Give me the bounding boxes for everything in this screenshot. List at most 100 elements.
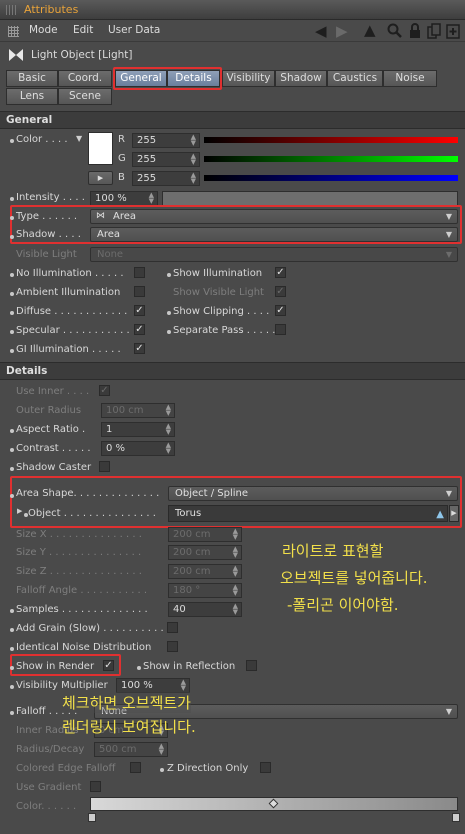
up-arrow-icon[interactable]: ▲: [364, 21, 376, 39]
tab-caustics[interactable]: Caustics: [327, 70, 383, 87]
show-in-render-checkbox[interactable]: ✓: [103, 660, 114, 671]
red-input[interactable]: 255 ▲ ▼: [132, 133, 200, 148]
show-clipping-checkbox[interactable]: ✓: [275, 305, 286, 316]
show-visible-light-checkbox[interactable]: ✓: [275, 286, 286, 297]
no-illumination-label: No Illumination . . . . .: [16, 268, 124, 279]
gradient-start-knot[interactable]: [88, 813, 96, 822]
intensity-label: Intensity . . . .: [16, 192, 85, 203]
outer-radius-input[interactable]: 100 cm ▲ ▼: [101, 403, 175, 418]
ambient-illumination-checkbox[interactable]: [134, 286, 145, 297]
size-x-value: 200 cm: [173, 529, 211, 540]
area-shape-dropdown[interactable]: Object / Spline ▼: [168, 486, 458, 501]
samples-input[interactable]: 40 ▲ ▼: [168, 602, 242, 617]
red-slider[interactable]: [204, 137, 458, 143]
visible-light-value: None: [97, 249, 124, 260]
menu-edit[interactable]: Edit: [73, 24, 93, 36]
gi-illumination-checkbox[interactable]: ✓: [134, 343, 145, 354]
radius-decay-input[interactable]: 500 cm ▲ ▼: [94, 742, 168, 757]
gradient-end-knot[interactable]: [452, 813, 460, 822]
show-illumination-dot: [167, 273, 171, 277]
colored-edge-falloff-checkbox[interactable]: [130, 762, 141, 773]
no-illumination-checkbox[interactable]: [134, 267, 145, 278]
falloff-angle-input[interactable]: 180 ° ▲ ▼: [168, 583, 242, 598]
shadow-label: Shadow . . . .: [16, 229, 81, 240]
outer-radius-value: 100 cm: [106, 405, 144, 416]
object-note-line3: -폴리곤 이어야함.: [287, 596, 399, 614]
use-inner-checkbox[interactable]: ✓: [99, 385, 110, 396]
r-label: R: [118, 134, 125, 145]
shadow-dot: [10, 235, 14, 239]
color-mode-button[interactable]: ▶: [88, 171, 113, 185]
area-shape-label: Area Shape. . . . . . . . . . . . . .: [16, 488, 160, 499]
use-gradient-checkbox[interactable]: [90, 781, 101, 792]
size-x-input[interactable]: 200 cm ▲ ▼: [168, 527, 242, 542]
green-input[interactable]: 255 ▲ ▼: [132, 152, 200, 167]
z-direction-only-checkbox[interactable]: [260, 762, 271, 773]
tab-visibility[interactable]: Visibility: [222, 70, 275, 87]
grip-icon: [6, 5, 17, 15]
search-icon[interactable]: [386, 22, 404, 40]
size-z-value: 200 cm: [173, 566, 211, 577]
object-link-field[interactable]: Torus ▲: [168, 505, 448, 522]
type-dropdown[interactable]: ⋈ Area ▼: [90, 209, 458, 224]
copy-icon[interactable]: [427, 23, 441, 39]
show-in-render-label: Show in Render: [16, 661, 95, 672]
show-illumination-label: Show Illumination: [173, 268, 263, 279]
tab-scene[interactable]: Scene: [58, 88, 112, 105]
tab-noise[interactable]: Noise: [383, 70, 437, 87]
size-z-label: Size Z . . . . . . . . . . . . . . .: [16, 566, 142, 577]
object-link-arrow-button[interactable]: ▶: [449, 505, 459, 522]
specular-checkbox[interactable]: ✓: [134, 324, 145, 335]
add-grain-label: Add Grain (Slow) . . . . . . . . . .: [16, 623, 164, 634]
intensity-slider[interactable]: [162, 191, 458, 206]
visible-light-dropdown[interactable]: None ▼: [90, 247, 458, 262]
back-arrow-icon[interactable]: ◀: [315, 22, 327, 40]
b-label: B: [118, 172, 125, 183]
use-gradient-label: Use Gradient: [16, 782, 82, 793]
expand-triangle-icon[interactable]: ▶: [17, 507, 22, 515]
show-in-render-dot: [10, 666, 14, 670]
menu-mode[interactable]: Mode: [29, 24, 58, 36]
show-visible-light-label: Show Visible Light: [173, 287, 264, 298]
visibility-multiplier-input[interactable]: 100 % ▲ ▼: [116, 678, 190, 693]
use-inner-label: Use Inner . . . .: [16, 386, 90, 397]
blue-slider[interactable]: [204, 175, 458, 181]
diffuse-checkbox[interactable]: ✓: [134, 305, 145, 316]
blue-input[interactable]: 255 ▲ ▼: [132, 171, 200, 186]
menu-user-data[interactable]: User Data: [108, 24, 160, 36]
z-direction-only-label: Z Direction Only: [167, 763, 249, 774]
size-y-input[interactable]: 200 cm ▲ ▼: [168, 545, 242, 560]
visible-light-label: Visible Light: [16, 249, 77, 260]
show-in-reflection-checkbox[interactable]: [246, 660, 257, 671]
size-z-input[interactable]: 200 cm ▲ ▼: [168, 564, 242, 579]
aspect-ratio-dot: [10, 429, 14, 433]
lock-icon[interactable]: [408, 23, 422, 39]
contrast-dot: [10, 448, 14, 452]
shadow-dropdown[interactable]: Area ▼: [90, 227, 458, 242]
area-shape-value: Object / Spline: [175, 488, 249, 499]
contrast-input[interactable]: 0 % ▲ ▼: [101, 441, 175, 456]
shadow-caster-checkbox[interactable]: [99, 461, 110, 472]
identical-noise-checkbox[interactable]: [167, 641, 178, 652]
visibility-multiplier-value: 100 %: [121, 680, 153, 691]
show-clipping-label: Show Clipping . . . .: [173, 306, 270, 317]
intensity-dot: [10, 197, 14, 201]
gi-illumination-label: GI Illumination . . . . .: [16, 344, 121, 355]
add-grain-checkbox[interactable]: [167, 622, 178, 633]
intensity-input[interactable]: 100 % ▲ ▼: [90, 191, 158, 206]
tab-shadow[interactable]: Shadow: [275, 70, 327, 87]
aspect-ratio-input[interactable]: 1 ▲ ▼: [101, 422, 175, 437]
new-window-icon[interactable]: [446, 23, 460, 39]
shadow-caster-dot: [10, 467, 14, 471]
object-header: Light Object [Light]: [0, 42, 465, 68]
forward-arrow-icon[interactable]: ▶: [336, 22, 348, 40]
green-slider[interactable]: [204, 156, 458, 162]
show-illumination-checkbox[interactable]: ✓: [275, 267, 286, 278]
tab-coord[interactable]: Coord.: [58, 70, 112, 87]
separate-pass-checkbox[interactable]: [275, 324, 286, 335]
tab-basic[interactable]: Basic: [6, 70, 58, 87]
ambient-dot: [10, 292, 14, 296]
chevron-down-icon[interactable]: ▼: [76, 134, 82, 143]
tab-lens[interactable]: Lens: [6, 88, 58, 105]
color-swatch[interactable]: [88, 132, 113, 165]
